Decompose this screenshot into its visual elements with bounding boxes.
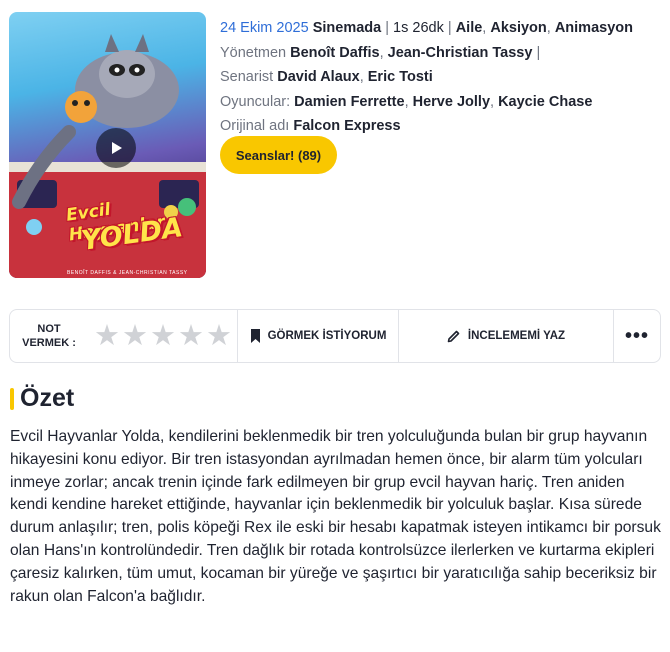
director-link[interactable]: Benoît Daffis	[290, 45, 379, 61]
genre-link[interactable]: Aksiyon	[490, 20, 546, 36]
director-row: Yönetmen Benoît Daffis, Jean-Christian T…	[220, 44, 541, 61]
director-link[interactable]: Jean-Christian Tassy	[388, 45, 533, 61]
watchlist-button[interactable]: GÖRMEK İSTİYORUM	[238, 310, 399, 362]
cast-link[interactable]: Kaycie Chase	[498, 94, 592, 110]
writer-row: Senarist David Alaux, Eric Tosti	[220, 69, 433, 85]
writer-link[interactable]: David Alaux	[277, 69, 359, 85]
review-label: İNCELEMEMİ YAZ	[467, 330, 566, 342]
director-label: Yönetmen	[220, 44, 287, 61]
movie-poster[interactable]: Evcil Hayvanlar YOLDA BENOÎT DAFFIS & JE…	[9, 12, 206, 278]
rating-label-line1: NOT	[37, 323, 61, 335]
star-2-icon[interactable]: ★	[122, 321, 148, 351]
poster-credit: BENOÎT DAFFIS & JEAN-CHRISTIAN TASSY	[67, 270, 188, 276]
genre-link[interactable]: Aile	[456, 20, 483, 36]
pencil-icon	[447, 330, 460, 343]
star-4-icon[interactable]: ★	[178, 321, 204, 351]
release-date[interactable]: 24 Ekim 2025	[220, 20, 309, 36]
section-accent-bar	[10, 387, 14, 410]
summary-header: Özet	[10, 384, 74, 413]
writer-label: Senarist	[220, 69, 274, 85]
genre-link[interactable]: Animasyon	[555, 20, 633, 36]
cast-row: Oyuncular: Damien Ferrette, Herve Jolly,…	[220, 93, 593, 110]
star-5-icon[interactable]: ★	[206, 321, 232, 351]
write-review-button[interactable]: İNCELEMEMİ YAZ	[399, 310, 614, 362]
movie-info: 24 Ekim 2025 Sinemada | 1s 26dk | Aile, …	[220, 16, 660, 139]
rating-label-line2: VERMEK :	[22, 337, 76, 349]
writer-link[interactable]: Eric Tosti	[368, 69, 433, 85]
summary-title: Özet	[20, 384, 75, 412]
play-icon	[112, 142, 122, 154]
action-bar: NOT VERMEK : ★ ★ ★ ★ ★ GÖRMEK İSTİYORUM …	[9, 309, 661, 363]
rating-label: NOT VERMEK :	[10, 322, 88, 350]
summary-text: Evcil Hayvanlar Yolda, kendilerini bekle…	[10, 428, 661, 605]
more-options-button[interactable]: •••	[614, 310, 660, 362]
original-title-label: Orijinal adı	[220, 118, 290, 134]
watchlist-label: GÖRMEK İSTİYORUM	[267, 330, 387, 342]
bookmark-icon	[250, 329, 260, 343]
star-3-icon[interactable]: ★	[150, 321, 176, 351]
cast-link[interactable]: Herve Jolly	[413, 94, 490, 110]
sessions-button[interactable]: Seanslar! (89)	[220, 136, 337, 174]
play-trailer-button[interactable]	[96, 128, 136, 168]
original-title: Falcon Express	[293, 118, 401, 134]
duration: 1s 26dk	[393, 20, 444, 36]
cast-label: Oyuncular:	[220, 93, 291, 110]
release-row: 24 Ekim 2025 Sinemada | 1s 26dk | Aile, …	[220, 20, 633, 36]
more-icon: •••	[624, 324, 649, 347]
original-title-row: Orijinal adı Falcon Express	[220, 114, 660, 139]
rating-widget: NOT VERMEK : ★ ★ ★ ★ ★	[10, 310, 238, 362]
release-venue: Sinemada	[312, 20, 382, 36]
star-1-icon[interactable]: ★	[94, 321, 120, 351]
cast-link[interactable]: Damien Ferrette	[294, 94, 404, 110]
star-rating: ★ ★ ★ ★ ★	[94, 321, 232, 351]
